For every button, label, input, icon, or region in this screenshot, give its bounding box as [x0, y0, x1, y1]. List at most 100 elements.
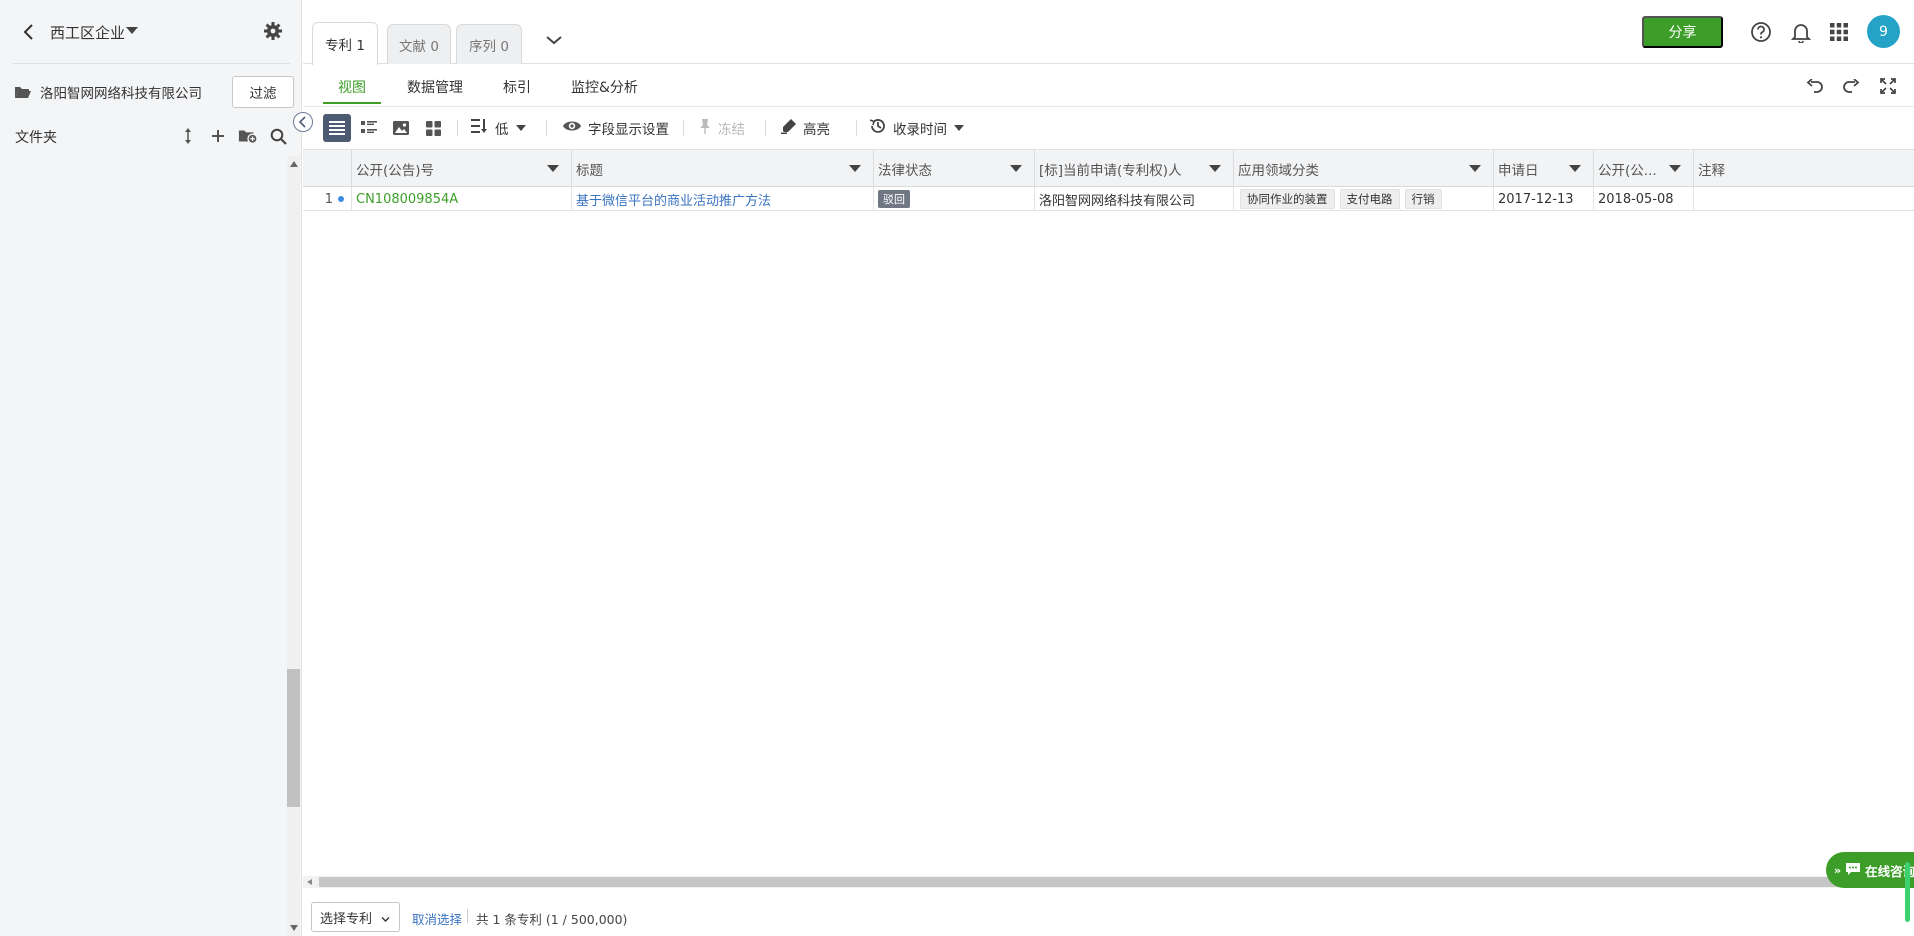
priority-sort-icon	[471, 118, 489, 138]
back-arrow-icon[interactable]	[20, 22, 38, 42]
horizontal-scrollbar[interactable]	[303, 876, 1914, 888]
field-tag: 支付电路	[1339, 189, 1400, 209]
toolbar-separator	[457, 120, 458, 136]
toolbar-separator	[683, 120, 684, 136]
list-view-icon[interactable]	[323, 114, 351, 142]
chevron-down-icon[interactable]	[545, 34, 565, 54]
highlight-label: 高亮	[803, 122, 830, 138]
image-view-icon[interactable]	[387, 114, 415, 142]
workspace-title[interactable]: 西工区企业	[50, 22, 125, 43]
scroll-left-icon[interactable]	[307, 879, 312, 885]
column-header-note[interactable]: 注释	[1694, 150, 1914, 187]
sidebar-org[interactable]: 洛阳智网网络科技有限公司	[14, 82, 202, 102]
avatar[interactable]: 9	[1867, 15, 1900, 48]
filter-button[interactable]: 过滤	[232, 76, 294, 108]
column-header-publication-date[interactable]: 公开(公...	[1594, 150, 1694, 187]
column-label: 应用领域分类	[1238, 162, 1319, 179]
column-header-title[interactable]: 标题	[572, 150, 874, 187]
sidebar-scrollbar[interactable]	[287, 156, 300, 936]
table-footer: 选择专利 取消选择 共 1 条专利 (1 / 500,000)	[303, 888, 1914, 936]
chevron-down-icon	[381, 913, 390, 922]
tab-sequence[interactable]: 序列 0	[456, 24, 522, 64]
title-link[interactable]: 基于微信平台的商业活动推广方法	[576, 190, 771, 209]
tab-patent[interactable]: 专利 1	[312, 22, 378, 65]
caret-down-icon[interactable]	[1669, 165, 1681, 172]
column-label: 公开(公告)号	[356, 162, 435, 179]
deselect-link[interactable]: 取消选择	[412, 909, 462, 928]
table-row[interactable]: 1 CN108009854A 基于微信平台的商业活动推广方法 驳回 洛阳智网网络…	[303, 187, 1914, 211]
card-view-icon[interactable]	[419, 114, 447, 142]
help-icon[interactable]	[1749, 20, 1773, 44]
application-date: 2017-12-13	[1498, 191, 1574, 207]
caret-down-icon[interactable]	[1209, 165, 1221, 172]
column-label: 法律状态	[878, 162, 932, 179]
column-label: 注释	[1698, 162, 1725, 179]
gear-icon[interactable]	[263, 21, 283, 41]
online-consult-button[interactable]: » 在线咨询	[1826, 852, 1914, 888]
tab-literature[interactable]: 文献 0	[387, 24, 451, 64]
subtab-data-management[interactable]: 数据管理	[407, 77, 463, 97]
redo-icon[interactable]	[1841, 76, 1861, 96]
open-folder-icon	[14, 85, 32, 99]
bell-icon[interactable]	[1789, 20, 1813, 44]
column-label: 标题	[576, 162, 603, 179]
sidebar-divider	[12, 63, 290, 64]
note-cell[interactable]	[1694, 187, 1914, 211]
share-button[interactable]: 分享	[1642, 16, 1723, 48]
new-folder-icon[interactable]	[238, 126, 258, 146]
caret-down-icon	[954, 125, 964, 131]
horizontal-scroll-thumb[interactable]	[319, 877, 1889, 887]
freeze-button[interactable]: 冻结	[698, 114, 745, 142]
column-header-application-field[interactable]: 应用领域分类	[1234, 150, 1494, 187]
caret-down-icon[interactable]	[1010, 165, 1022, 172]
applicant-cell: 洛阳智网网络科技有限公司	[1035, 187, 1234, 211]
app-root: 西工区企业 洛阳智网网络科技有限公司 过滤 文件夹 专利 1 文献 0 序列 0…	[0, 0, 1914, 936]
expand-collapse-icon[interactable]	[178, 126, 198, 146]
priority-label: 低	[495, 122, 509, 138]
subtab-monitor-analysis[interactable]: 监控&分析	[571, 77, 638, 97]
toolbar-separator	[765, 120, 766, 136]
caret-down-icon[interactable]	[547, 165, 559, 172]
field-display-settings-button[interactable]: 字段显示设置	[562, 114, 669, 142]
add-icon[interactable]	[208, 126, 228, 146]
sidebar-scroll-thumb[interactable]	[287, 669, 300, 807]
sort-label: 收录时间	[893, 122, 947, 138]
publication-date-cell: 2018-05-08	[1594, 187, 1694, 211]
select-patents-dropdown[interactable]: 选择专利	[311, 902, 400, 932]
folder-section-label: 文件夹	[15, 130, 57, 146]
pub-number-link[interactable]: CN108009854A	[356, 192, 458, 207]
scroll-down-icon[interactable]	[290, 925, 298, 931]
undo-icon[interactable]	[1805, 76, 1825, 96]
application-field-cell: 协同作业的装置 支付电路 行销	[1234, 187, 1494, 211]
row-index: 1	[324, 191, 333, 207]
caret-down-icon[interactable]	[1569, 165, 1581, 172]
fullscreen-icon[interactable]	[1878, 76, 1898, 96]
pub-number-cell: CN108009854A	[352, 187, 572, 211]
result-count: 共 1 条专利 (1 / 500,000)	[476, 912, 628, 927]
apps-grid-icon[interactable]	[1827, 20, 1851, 44]
subtab-view[interactable]: 视图	[338, 77, 366, 97]
workspace-caret-icon[interactable]	[126, 27, 138, 34]
unread-dot-icon	[338, 196, 344, 202]
field-tag: 行销	[1404, 189, 1442, 209]
caret-down-icon	[515, 125, 526, 131]
column-header-application-date[interactable]: 申请日	[1494, 150, 1594, 187]
column-header-legal-status[interactable]: 法律状态	[874, 150, 1035, 187]
sort-dropdown[interactable]: 收录时间	[869, 114, 964, 142]
org-name: 洛阳智网网络科技有限公司	[40, 86, 202, 102]
row-index-cell[interactable]: 1	[303, 187, 352, 211]
collapse-sidebar-button[interactable]	[293, 112, 313, 132]
column-header-pub-number[interactable]: 公开(公告)号	[352, 150, 572, 187]
scroll-up-icon[interactable]	[290, 161, 298, 167]
column-label: 申请日	[1498, 162, 1539, 179]
search-icon[interactable]	[268, 126, 288, 146]
column-header-applicant[interactable]: [标]当前申请(专利权)人	[1035, 150, 1234, 187]
caret-down-icon[interactable]	[1469, 165, 1481, 172]
detail-view-icon[interactable]	[355, 114, 383, 142]
subtab-indexing[interactable]: 标引	[503, 77, 531, 97]
caret-down-icon[interactable]	[849, 165, 861, 172]
freeze-label: 冻结	[718, 122, 745, 138]
highlight-button[interactable]: 高亮	[781, 114, 830, 142]
priority-dropdown[interactable]: 低	[471, 114, 526, 142]
view-toolbar: 低 字段显示设置 冻结 高亮 收录时间	[303, 108, 1914, 148]
